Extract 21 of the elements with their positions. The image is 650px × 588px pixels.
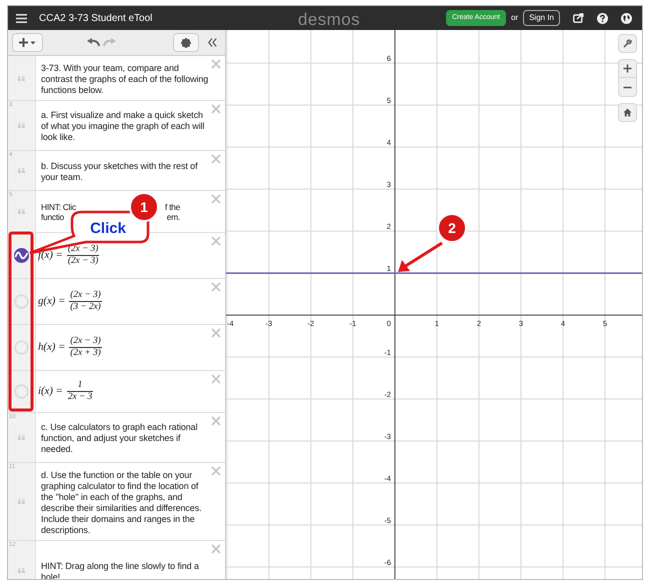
function-name: h(x) = (38, 342, 66, 353)
note-text: HINT: Clic (41, 202, 76, 212)
fraction: (2x − 3) (3 − 2x) (69, 290, 102, 313)
note-text: c. Use calculators to graph each rational function, and adjust your sketches if needed. (40, 421, 198, 455)
function-name: i(x) = (38, 386, 63, 397)
note-text: em. (166, 212, 180, 222)
note-text: functio (41, 212, 64, 222)
step-badge: 1 (129, 192, 159, 222)
logo: desmos (298, 9, 360, 31)
or-label: or (510, 12, 518, 24)
fraction: (2x − 3) (2x + 3) (69, 336, 102, 359)
note-text: d. Use the function or the table on your graphing calculator to find the location of the "hole" in each of the graphs, and describe their similarities and differences. Include their domains and ranges in the descriptions. (40, 468, 203, 536)
function-name: f(x) = (38, 250, 63, 261)
note-text: f the (164, 202, 180, 212)
note-text: a. First visualize and make a quick sketch of what you imagine the graph of each will look like. (40, 109, 206, 143)
note-text: 3-73. With your team, compare and contrast the graphs of each of the following functions below. (40, 62, 209, 96)
function-name: g(x) = (38, 296, 66, 307)
step-badge: 2 (437, 213, 467, 243)
note-text: b. Discuss your sketches with the rest of your team. (40, 160, 199, 182)
fraction: 1 2x − 3 (66, 380, 94, 403)
window-title: CCA2 3-73 Student eTool (39, 12, 152, 26)
